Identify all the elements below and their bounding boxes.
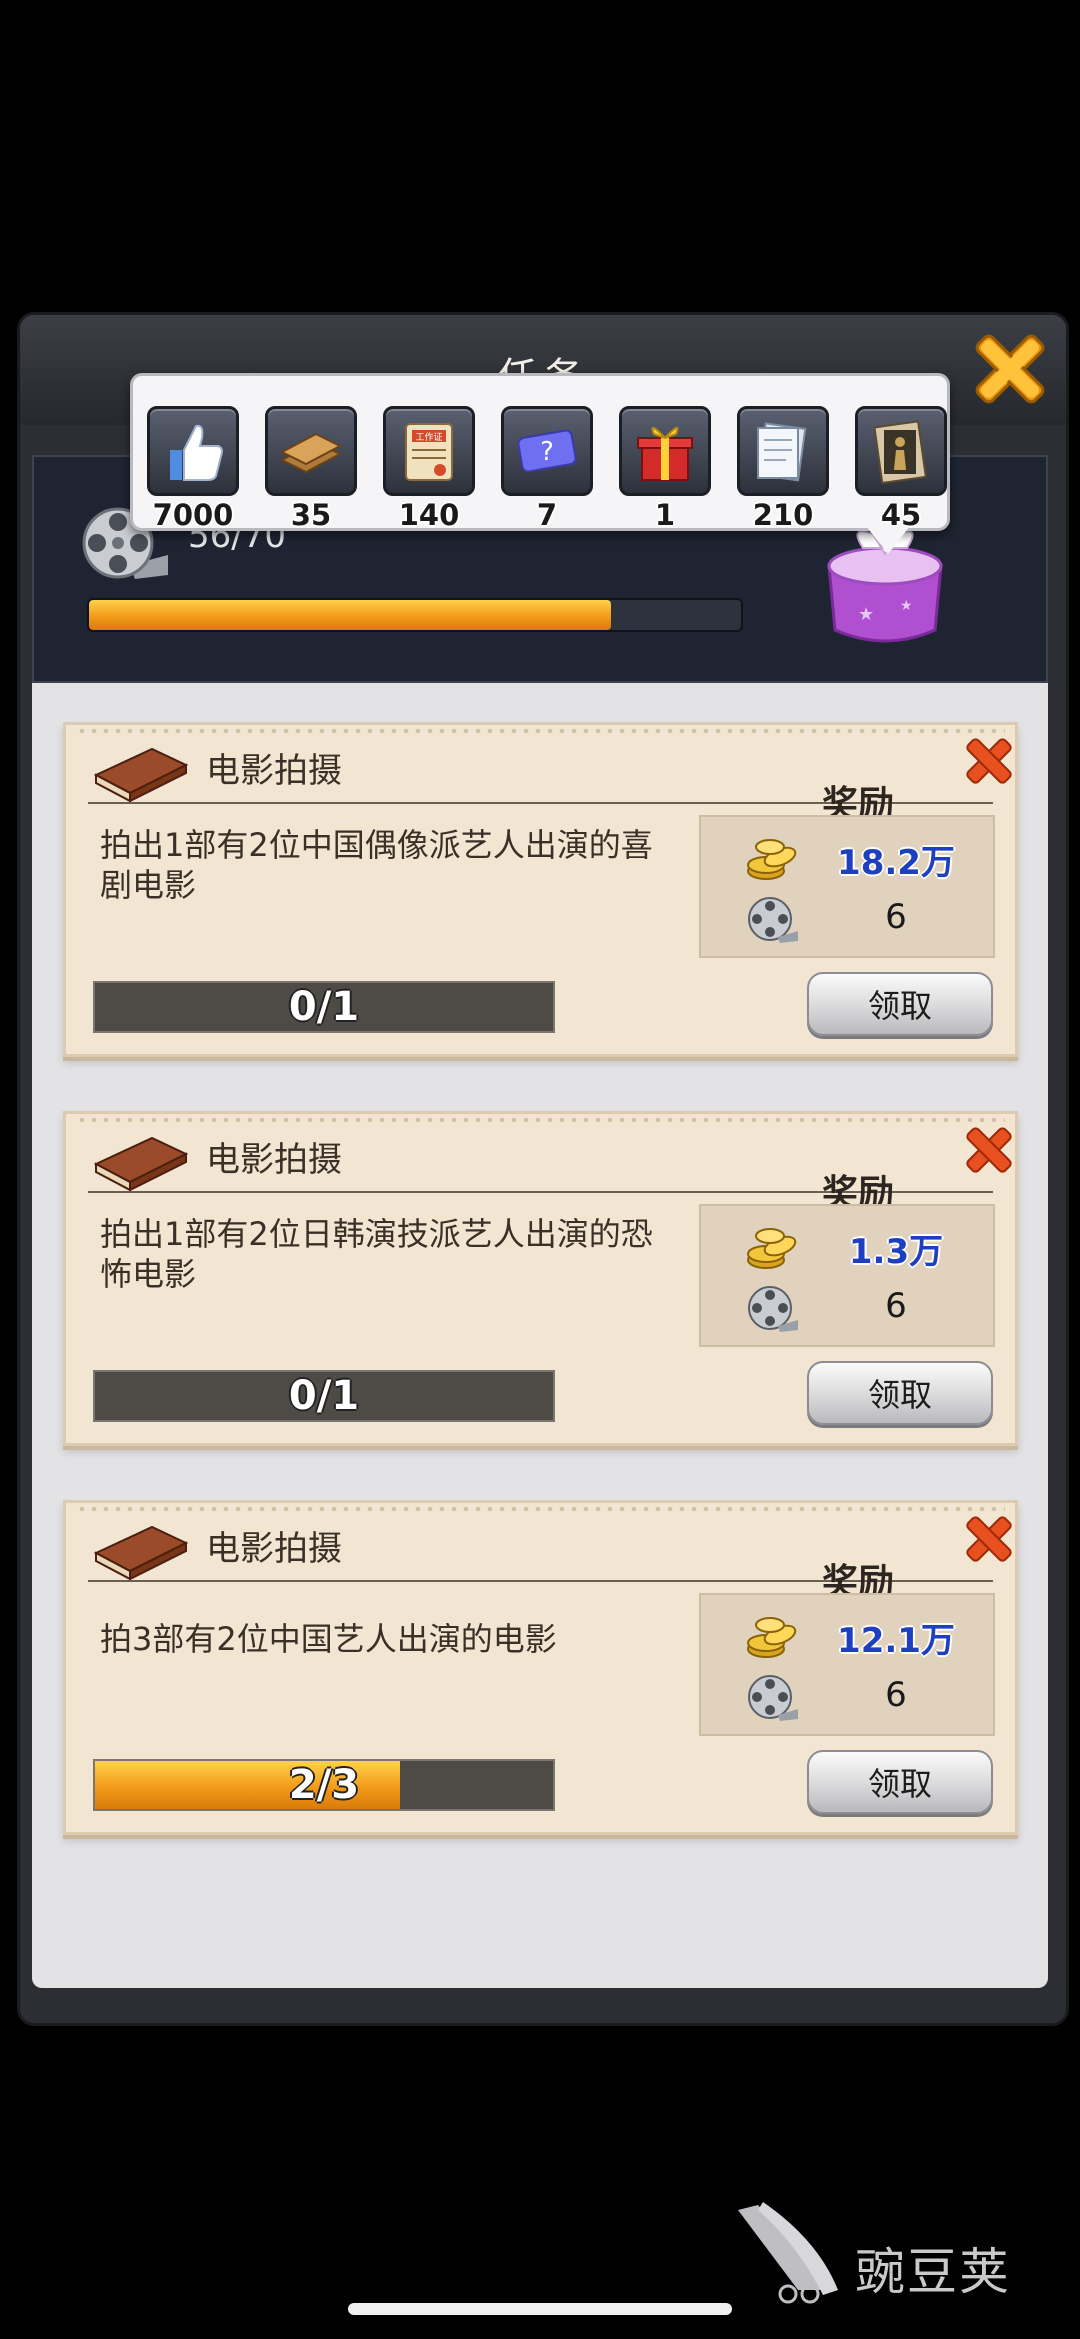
popup-item: 7000 <box>143 406 243 532</box>
dismiss-task-icon[interactable] <box>961 1122 1017 1178</box>
reward-film: 6 <box>885 1286 907 1326</box>
mystery-ticket-icon: ? <box>501 406 593 496</box>
reward-film: 6 <box>885 897 907 937</box>
task-card: 电影拍摄 拍出1部有2位日韩演技派艺人出演的恐怖电影 奖励 1.3万 6 0/1… <box>63 1111 1018 1446</box>
task-description: 拍出1部有2位中国偶像派艺人出演的喜剧电影 <box>100 826 653 904</box>
popup-item-count: 7000 <box>152 498 234 532</box>
gold-coins-icon <box>747 1617 797 1658</box>
gold-coins-icon <box>747 839 797 880</box>
task-category: 电影拍摄 <box>206 751 342 791</box>
task-progress-fill <box>89 600 611 630</box>
task-card: 电影拍摄 拍3部有2位中国艺人出演的电影 奖励 12.1万 6 2/3 领取 <box>63 1500 1018 1835</box>
close-dialog-icon[interactable] <box>968 327 1052 411</box>
reward-money: 1.3万 <box>848 1232 944 1272</box>
popup-item-count: 140 <box>398 498 460 532</box>
book-icon <box>93 747 189 803</box>
popup-item-count: 35 <box>290 498 332 532</box>
reward-box: 18.2万 6 <box>699 815 995 958</box>
popup-item: 工作证 140 <box>379 406 479 532</box>
script-scroll-icon <box>737 406 829 496</box>
claim-button[interactable]: 领取 <box>807 972 993 1036</box>
reward-money: 18.2万 <box>837 843 955 883</box>
work-document-icon: 工作证 <box>383 406 475 496</box>
task-progress-bar: 2/3 <box>93 1759 555 1811</box>
reward-box: 12.1万 6 <box>699 1593 995 1736</box>
wood-planks-icon <box>265 406 357 496</box>
svg-text:★: ★ <box>900 598 913 614</box>
popup-item-count: 210 <box>752 498 814 532</box>
svg-text:工作证: 工作证 <box>415 431 442 443</box>
poster-icon <box>855 406 947 496</box>
thumbs-up-icon <box>147 406 239 496</box>
task-progress-bar <box>87 598 743 632</box>
reward-box: 1.3万 6 <box>699 1204 995 1347</box>
svg-text:?: ? <box>540 437 554 467</box>
task-progress-bar: 0/1 <box>93 1370 555 1422</box>
task-category: 电影拍摄 <box>206 1140 342 1180</box>
home-indicator[interactable] <box>348 2303 732 2315</box>
dismiss-task-icon[interactable] <box>961 733 1017 789</box>
book-icon <box>93 1136 189 1192</box>
task-progress-text: 0/1 <box>288 984 360 1030</box>
gold-coins-icon <box>747 1228 797 1269</box>
reward-preview-popup: 7000 35 工作证 140 ? 7 1 210 45 <box>130 373 951 532</box>
task-category: 电影拍摄 <box>206 1529 342 1569</box>
popup-pointer <box>866 526 910 554</box>
watermark-text: 豌豆荚 <box>855 2243 1011 2301</box>
book-icon <box>93 1525 189 1581</box>
popup-item: ? 7 <box>497 406 597 532</box>
dismiss-task-icon[interactable] <box>961 1511 1017 1567</box>
task-progress-text: 2/3 <box>288 1762 360 1808</box>
red-gift-icon <box>619 406 711 496</box>
popup-item-count: 7 <box>536 498 558 532</box>
claim-button[interactable]: 领取 <box>807 1361 993 1425</box>
svg-text:★: ★ <box>858 604 874 625</box>
reward-film: 6 <box>885 1675 907 1715</box>
popup-item: 210 <box>733 406 833 532</box>
claim-button[interactable]: 领取 <box>807 1750 993 1814</box>
popup-item: 45 <box>851 406 951 532</box>
film-reel-icon <box>748 1286 798 1332</box>
popup-item-count: 1 <box>654 498 676 532</box>
popup-item: 35 <box>261 406 361 532</box>
popup-item: 1 <box>615 406 715 532</box>
task-description: 拍3部有2位中国艺人出演的电影 <box>100 1620 557 1658</box>
task-progress-text: 0/1 <box>288 1373 360 1419</box>
film-reel-icon <box>748 1675 798 1721</box>
task-description: 拍出1部有2位日韩演技派艺人出演的恐怖电影 <box>100 1215 653 1293</box>
reward-money: 12.1万 <box>837 1621 955 1661</box>
task-progress-bar: 0/1 <box>93 981 555 1033</box>
film-reel-icon <box>748 897 798 943</box>
task-card: 电影拍摄 拍出1部有2位中国偶像派艺人出演的喜剧电影 奖励 18.2万 6 0/… <box>63 722 1018 1057</box>
